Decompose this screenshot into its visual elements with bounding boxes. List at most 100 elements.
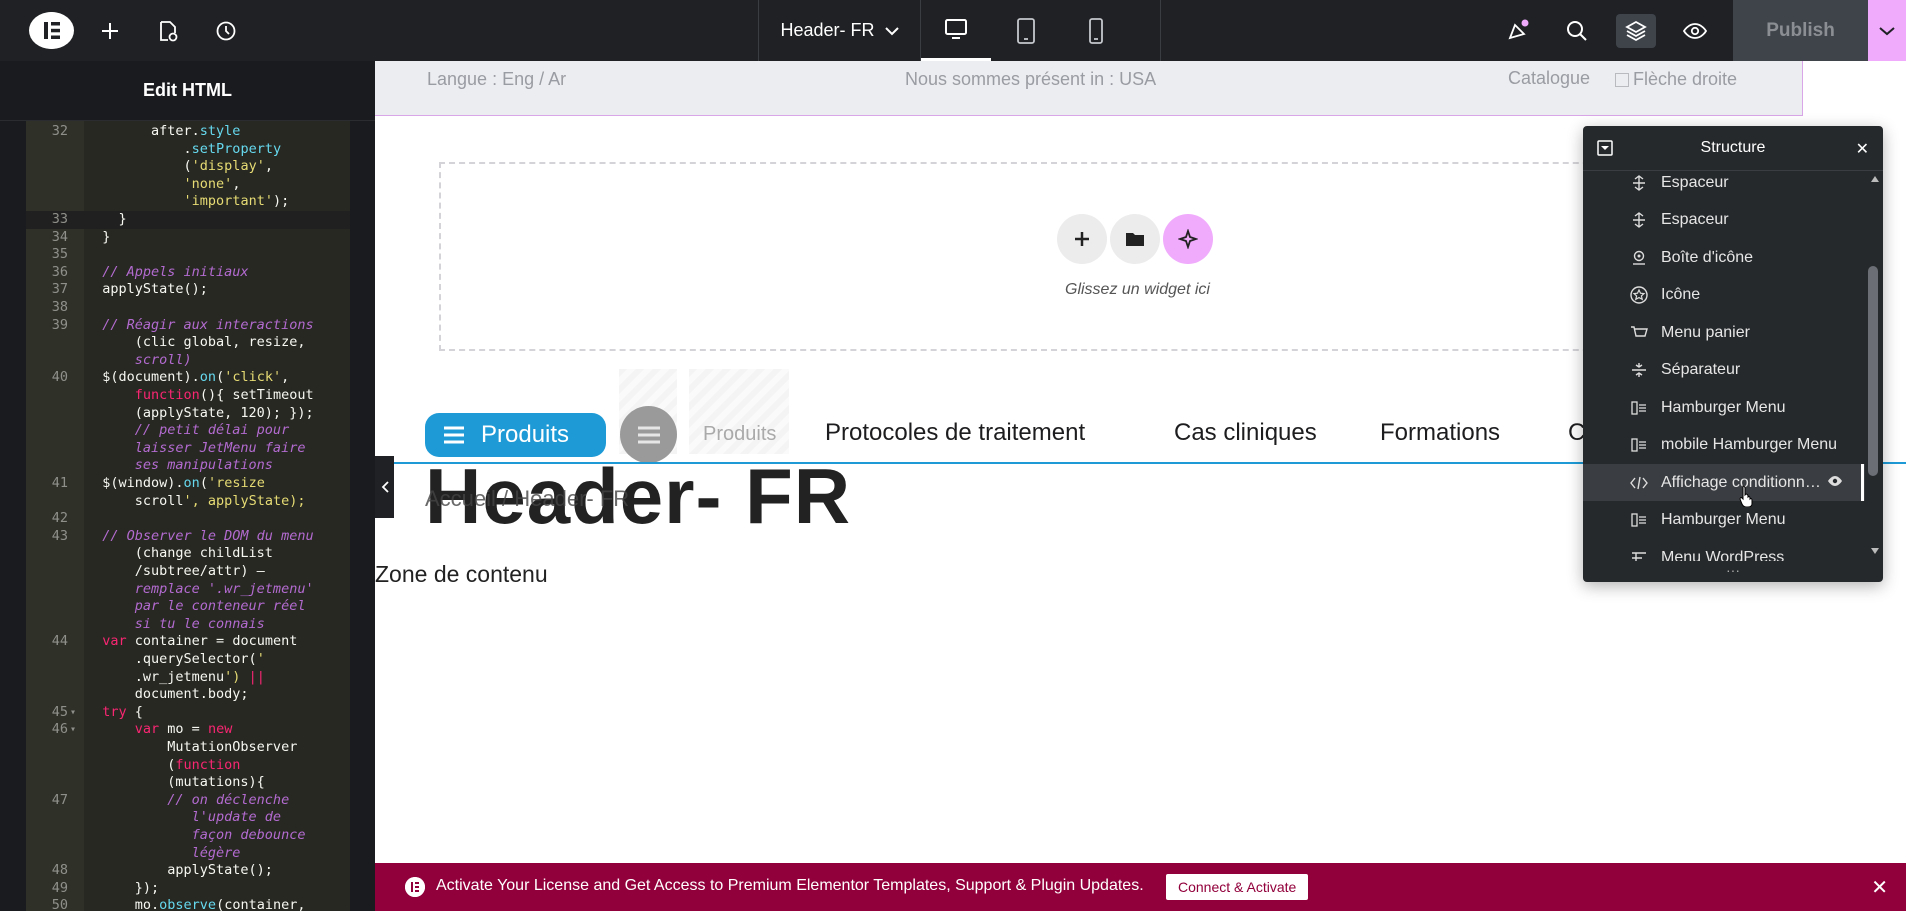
structure-item[interactable]: Boîte d'icône [1583,239,1865,276]
structure-item[interactable]: Séparateur [1583,352,1865,389]
structure-item[interactable]: mobile Hamburger Menu [1583,427,1865,464]
header-top-strip[interactable]: Langue : Eng / Ar Nous sommes présent in… [375,61,1803,116]
visibility-icon[interactable] [1827,474,1843,492]
structure-item[interactable]: Icône [1583,277,1865,314]
code-line[interactable]: scroll', applyState); [26,493,350,511]
page-settings-icon[interactable] [155,18,181,44]
code-line[interactable]: 48 applyState(); [26,862,350,880]
add-icon[interactable] [97,18,123,44]
code-line[interactable]: (function [26,757,350,775]
code-line[interactable]: .setProperty [26,141,350,159]
desktop-icon[interactable] [921,0,991,61]
code-line[interactable]: (mutations){ [26,774,350,792]
fold-arrow-icon[interactable]: ▾ [70,721,76,739]
code-line[interactable]: façon debounce [26,827,350,845]
structure-item[interactable]: Hamburger Menu [1583,389,1865,426]
code-line[interactable]: 46 ▾ var mo = new [26,721,350,739]
code-line[interactable]: 34 } [26,229,350,247]
code-text: mo.observe(container, [86,897,306,911]
line-number: 45 [51,703,68,720]
code-line[interactable]: 42 [26,510,350,528]
menu-item-formations[interactable]: Formations [1380,419,1500,447]
structure-item[interactable]: Hamburger Menu [1583,502,1865,539]
structure-item[interactable]: Affichage conditionn… [1583,464,1865,501]
code-editor[interactable]: 32 after.style .setProperty ('display', … [0,121,375,911]
history-icon[interactable] [213,18,239,44]
notifications-icon[interactable] [1498,14,1538,48]
code-line[interactable]: 32 after.style [26,123,350,141]
breadcrumb[interactable]: Accueil / Header- FR [425,486,629,512]
code-line[interactable]: MutationObserver [26,739,350,757]
code-line[interactable]: remplace '.wr_jetmenu' [26,581,350,599]
ai-button[interactable] [1163,214,1213,264]
code-line[interactable]: ('display', [26,158,350,176]
structure-item[interactable]: Menu panier [1583,314,1865,351]
code-line[interactable]: laisser JetMenu faire [26,440,350,458]
code-line[interactable]: 'none', [26,176,350,194]
code-line[interactable]: (change childList [26,545,350,563]
code-line[interactable]: 44 var container = document [26,633,350,651]
template-library-button[interactable] [1110,214,1160,264]
code-line[interactable]: 45 ▾ try { [26,704,350,722]
code-line[interactable]: document.body; [26,686,350,704]
preview-icon[interactable] [1675,14,1715,48]
add-section-button[interactable] [1057,214,1107,264]
code-line[interactable]: 49 }); [26,880,350,898]
code-line[interactable]: 33 } [26,211,350,229]
code-line[interactable]: ses manipulations [26,457,350,475]
fold-arrow-icon[interactable]: ▾ [70,704,76,722]
code-line[interactable]: si tu le connais [26,616,350,634]
catalogue-link[interactable]: Catalogue [1508,68,1590,89]
code-line[interactable]: 'important'); [26,193,350,211]
code-line[interactable]: l'update de [26,809,350,827]
structure-item-label: Hamburger Menu [1661,398,1786,416]
structure-item[interactable]: Espaceur [1583,202,1865,239]
collapse-panel-button[interactable] [375,456,394,518]
code-line[interactable]: 39 // Réagir aux interactions [26,317,350,335]
spacer-icon [1629,173,1649,193]
structure-header[interactable]: Structure ✕ [1583,126,1883,171]
menu-item-cas-cliniques[interactable]: Cas cliniques [1174,419,1317,447]
tablet-icon[interactable] [991,0,1061,61]
connect-activate-button[interactable]: Connect & Activate [1166,874,1309,900]
structure-icon[interactable] [1616,14,1656,48]
code-line[interactable]: 38 [26,299,350,317]
code-line[interactable]: .querySelector(' [26,651,350,669]
collapse-all-icon[interactable] [1597,140,1613,156]
code-line[interactable]: .wr_jetmenu') || [26,669,350,687]
resize-handle[interactable]: ··· [1583,562,1883,582]
code-line[interactable]: légère [26,845,350,863]
publish-button[interactable]: Publish [1733,0,1868,61]
code-line[interactable]: 35 [26,246,350,264]
code-line[interactable]: par le conteneur réel [26,598,350,616]
code-line[interactable]: /subtree/attr) — [26,563,350,581]
structure-item[interactable]: Espaceur [1583,171,1865,201]
code-line[interactable]: scroll) [26,352,350,370]
code-line[interactable]: function(){ setTimeout [26,387,350,405]
scroll-down-icon[interactable] [1870,547,1880,555]
code-line[interactable]: 41 $(window).on('resize [26,475,350,493]
mobile-icon[interactable] [1061,0,1131,61]
code-line[interactable]: (clic global, resize, [26,334,350,352]
code-line[interactable]: (applyState, 120); }); [26,405,350,423]
code-line[interactable]: 36 // Appels initiaux [26,264,350,282]
close-icon[interactable]: ✕ [1871,875,1888,900]
code-line[interactable]: 37 applyState(); [26,281,350,299]
code-text: function(){ setTimeout [134,387,314,403]
close-icon[interactable]: ✕ [1856,139,1869,159]
code-line[interactable]: // petit délai pour [26,422,350,440]
code-line[interactable]: 40 $(document).on('click', [26,369,350,387]
code-line[interactable]: 43 // Observer le DOM du menu [26,528,350,546]
menu-item-produits[interactable]: Produits [703,423,776,446]
publish-options-button[interactable] [1868,0,1906,61]
structure-item[interactable]: Menu WordPress [1583,539,1865,561]
widget-dropzone[interactable] [439,162,1649,351]
document-title-dropdown[interactable]: Header- FR [758,0,921,61]
search-icon[interactable] [1557,14,1597,48]
menu-item-protocoles[interactable]: Protocoles de traitement [825,419,1085,447]
code-line[interactable]: 47 // on déclenche [26,792,350,810]
code-line[interactable]: 50 mo.observe(container, [26,897,350,911]
scroll-thumb[interactable] [1868,266,1878,476]
elementor-logo-icon[interactable] [29,12,74,49]
scroll-up-icon[interactable] [1870,175,1880,183]
